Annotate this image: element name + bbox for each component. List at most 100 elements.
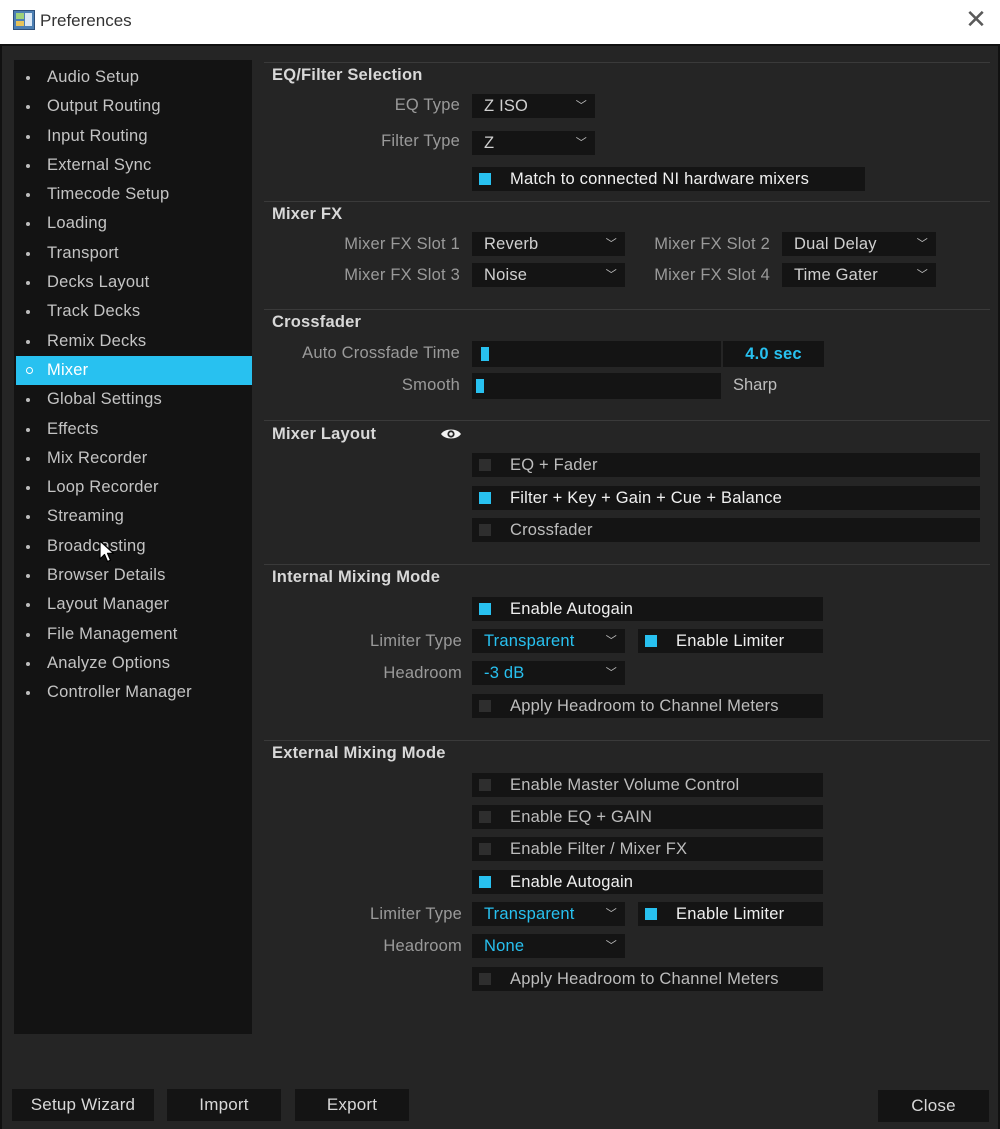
bullet-icon bbox=[26, 281, 30, 286]
external-filter-fx-checkbox[interactable]: Enable Filter / Mixer FX bbox=[472, 837, 823, 861]
close-button[interactable]: Close bbox=[878, 1090, 989, 1122]
section-title-internal-mixing: Internal Mixing Mode bbox=[272, 568, 441, 586]
internal-limiter-type-dropdown[interactable]: Transparent ﹀ bbox=[472, 629, 625, 653]
bullet-icon bbox=[26, 339, 30, 344]
mixer-layout-eq-fader-checkbox[interactable]: EQ + Fader bbox=[472, 453, 980, 477]
external-apply-headroom-label: Apply Headroom to Channel Meters bbox=[510, 970, 779, 988]
internal-enable-autogain-checkbox[interactable]: Enable Autogain bbox=[472, 597, 823, 621]
external-headroom-dropdown[interactable]: None ﹀ bbox=[472, 934, 625, 958]
bullet-icon bbox=[26, 76, 30, 80]
external-enable-limiter-checkbox[interactable]: Enable Limiter bbox=[638, 902, 823, 926]
section-title-eq-filter: EQ/Filter Selection bbox=[272, 66, 423, 84]
mixer-layout-crossfader-checkbox[interactable]: Crossfader bbox=[472, 518, 980, 542]
sidebar-item-label: Streaming bbox=[47, 507, 125, 526]
internal-headroom-value: -3 dB bbox=[484, 664, 525, 682]
bullet-icon bbox=[26, 427, 30, 432]
slider-handle[interactable] bbox=[476, 379, 484, 393]
eq-type-value: Z ISO bbox=[484, 97, 529, 115]
sidebar-item-input-routing[interactable]: Input Routing bbox=[14, 122, 252, 151]
bullet-icon bbox=[26, 661, 30, 666]
internal-enable-limiter-checkbox[interactable]: Enable Limiter bbox=[638, 629, 823, 653]
slider-handle[interactable] bbox=[480, 347, 489, 361]
external-limiter-type-dropdown[interactable]: Transparent ﹀ bbox=[472, 902, 625, 926]
eq-type-dropdown[interactable]: Z ISO ﹀ bbox=[472, 94, 595, 118]
sidebar-item-label: Global Settings bbox=[47, 390, 162, 409]
export-button[interactable]: Export bbox=[295, 1089, 409, 1121]
window-title: Preferences bbox=[40, 11, 132, 30]
internal-apply-headroom-checkbox[interactable]: Apply Headroom to Channel Meters bbox=[472, 694, 823, 718]
external-limiter-type-label: Limiter Type bbox=[370, 905, 462, 923]
sidebar-item-track-decks[interactable]: Track Decks bbox=[14, 297, 252, 326]
mixer-fx-slot1-dropdown[interactable]: Reverb ﹀ bbox=[472, 232, 625, 256]
sidebar-item-label: Browser Details bbox=[47, 566, 166, 585]
sidebar-item-streaming[interactable]: Streaming bbox=[14, 502, 252, 531]
sidebar-item-file-management[interactable]: File Management bbox=[14, 620, 252, 649]
setup-wizard-button[interactable]: Setup Wizard bbox=[12, 1089, 154, 1121]
mixer-fx-slot2-dropdown[interactable]: Dual Delay ﹀ bbox=[782, 232, 936, 256]
section-title-crossfader: Crossfader bbox=[272, 313, 362, 331]
match-hw-mixers-checkbox[interactable]: Match to connected NI hardware mixers bbox=[472, 167, 865, 191]
section-title-mixer-layout: Mixer Layout bbox=[272, 425, 377, 443]
crossfader-curve-slider[interactable] bbox=[472, 373, 721, 399]
internal-limiter-type-value: Transparent bbox=[484, 632, 575, 650]
auto-crossfade-time-slider[interactable] bbox=[472, 341, 721, 367]
external-apply-headroom-checkbox[interactable]: Apply Headroom to Channel Meters bbox=[472, 967, 823, 991]
auto-crossfade-time-value[interactable]: 4.0 sec bbox=[723, 341, 824, 367]
mixer-fx-slot1-value: Reverb bbox=[484, 235, 539, 253]
mixer-layout-option-label: Filter + Key + Gain + Cue + Balance bbox=[510, 489, 783, 507]
sidebar-item-label: Transport bbox=[47, 243, 119, 262]
external-headroom-value: None bbox=[484, 937, 525, 955]
close-window-icon[interactable]: ✕ bbox=[962, 6, 990, 34]
mixer-fx-slot3-dropdown[interactable]: Noise ﹀ bbox=[472, 263, 625, 287]
sidebar-item-broadcasting[interactable]: Broadcasting bbox=[14, 532, 252, 561]
sidebar-item-browser-details[interactable]: Browser Details bbox=[14, 561, 252, 590]
sidebar-item-loading[interactable]: Loading bbox=[14, 209, 252, 238]
smooth-label: Smooth bbox=[401, 376, 460, 394]
import-button[interactable]: Import bbox=[167, 1089, 281, 1121]
external-enable-autogain-checkbox[interactable]: Enable Autogain bbox=[472, 870, 823, 894]
sidebar-item-timecode-setup[interactable]: Timecode Setup bbox=[14, 180, 252, 209]
sidebar-item-decks-layout[interactable]: Decks Layout bbox=[14, 268, 252, 297]
mixer-layout-filter-key-gain-checkbox[interactable]: Filter + Key + Gain + Cue + Balance bbox=[472, 486, 980, 510]
sidebar-item-analyze-options[interactable]: Analyze Options bbox=[14, 649, 252, 678]
sidebar-item-remix-decks[interactable]: Remix Decks bbox=[14, 327, 252, 356]
filter-type-dropdown[interactable]: Z ﹀ bbox=[472, 131, 595, 155]
external-limiter-type-value: Transparent bbox=[484, 905, 575, 923]
filter-type-value: Z bbox=[484, 134, 495, 152]
chevron-down-icon: ﹀ bbox=[605, 666, 617, 679]
bullet-icon bbox=[26, 163, 30, 168]
sidebar-item-mixer[interactable]: Mixer bbox=[16, 355, 252, 386]
sidebar-item-transport[interactable]: Transport bbox=[14, 239, 252, 268]
sidebar-item-effects[interactable]: Effects bbox=[14, 415, 252, 444]
mixer-fx-slot2-value: Dual Delay bbox=[794, 235, 877, 253]
mixer-fx-slot4-dropdown[interactable]: Time Gater ﹀ bbox=[782, 263, 936, 287]
checkbox-box bbox=[479, 843, 491, 855]
sidebar-item-output-routing[interactable]: Output Routing bbox=[14, 92, 252, 121]
mixer-fx-slot4-label: Mixer FX Slot 4 bbox=[654, 266, 770, 284]
sidebar-item-mix-recorder[interactable]: Mix Recorder bbox=[14, 444, 252, 473]
sidebar-item-external-sync[interactable]: External Sync bbox=[14, 151, 252, 180]
sidebar-item-label: Track Decks bbox=[47, 302, 141, 321]
sidebar-item-label: External Sync bbox=[47, 155, 152, 174]
sidebar-item-label: Broadcasting bbox=[47, 536, 146, 555]
sidebar-item-controller-manager[interactable]: Controller Manager bbox=[14, 678, 252, 707]
sidebar-item-layout-manager[interactable]: Layout Manager bbox=[14, 590, 252, 619]
preferences-window: Audio Setup Output Routing Input Routing Ex… bbox=[0, 44, 1000, 1129]
internal-enable-autogain-label: Enable Autogain bbox=[510, 600, 634, 618]
chevron-down-icon: ﹀ bbox=[605, 634, 617, 647]
sidebar-item-label: Mix Recorder bbox=[47, 448, 148, 467]
divider bbox=[264, 62, 990, 63]
external-master-volume-checkbox[interactable]: Enable Master Volume Control bbox=[472, 773, 823, 797]
sidebar-item-loop-recorder[interactable]: Loop Recorder bbox=[14, 473, 252, 502]
sidebar-item-audio-setup[interactable]: Audio Setup bbox=[14, 63, 252, 92]
eye-icon[interactable] bbox=[440, 427, 462, 441]
sidebar-item-label: Remix Decks bbox=[47, 331, 147, 350]
internal-headroom-dropdown[interactable]: -3 dB ﹀ bbox=[472, 661, 625, 685]
divider bbox=[264, 740, 990, 741]
external-eq-gain-checkbox[interactable]: Enable EQ + GAIN bbox=[472, 805, 823, 829]
sidebar-item-global-settings[interactable]: Global Settings bbox=[14, 385, 252, 414]
internal-enable-limiter-label: Enable Limiter bbox=[676, 632, 785, 650]
divider bbox=[264, 309, 990, 310]
divider bbox=[264, 564, 990, 565]
sidebar-item-label: Decks Layout bbox=[47, 273, 150, 292]
